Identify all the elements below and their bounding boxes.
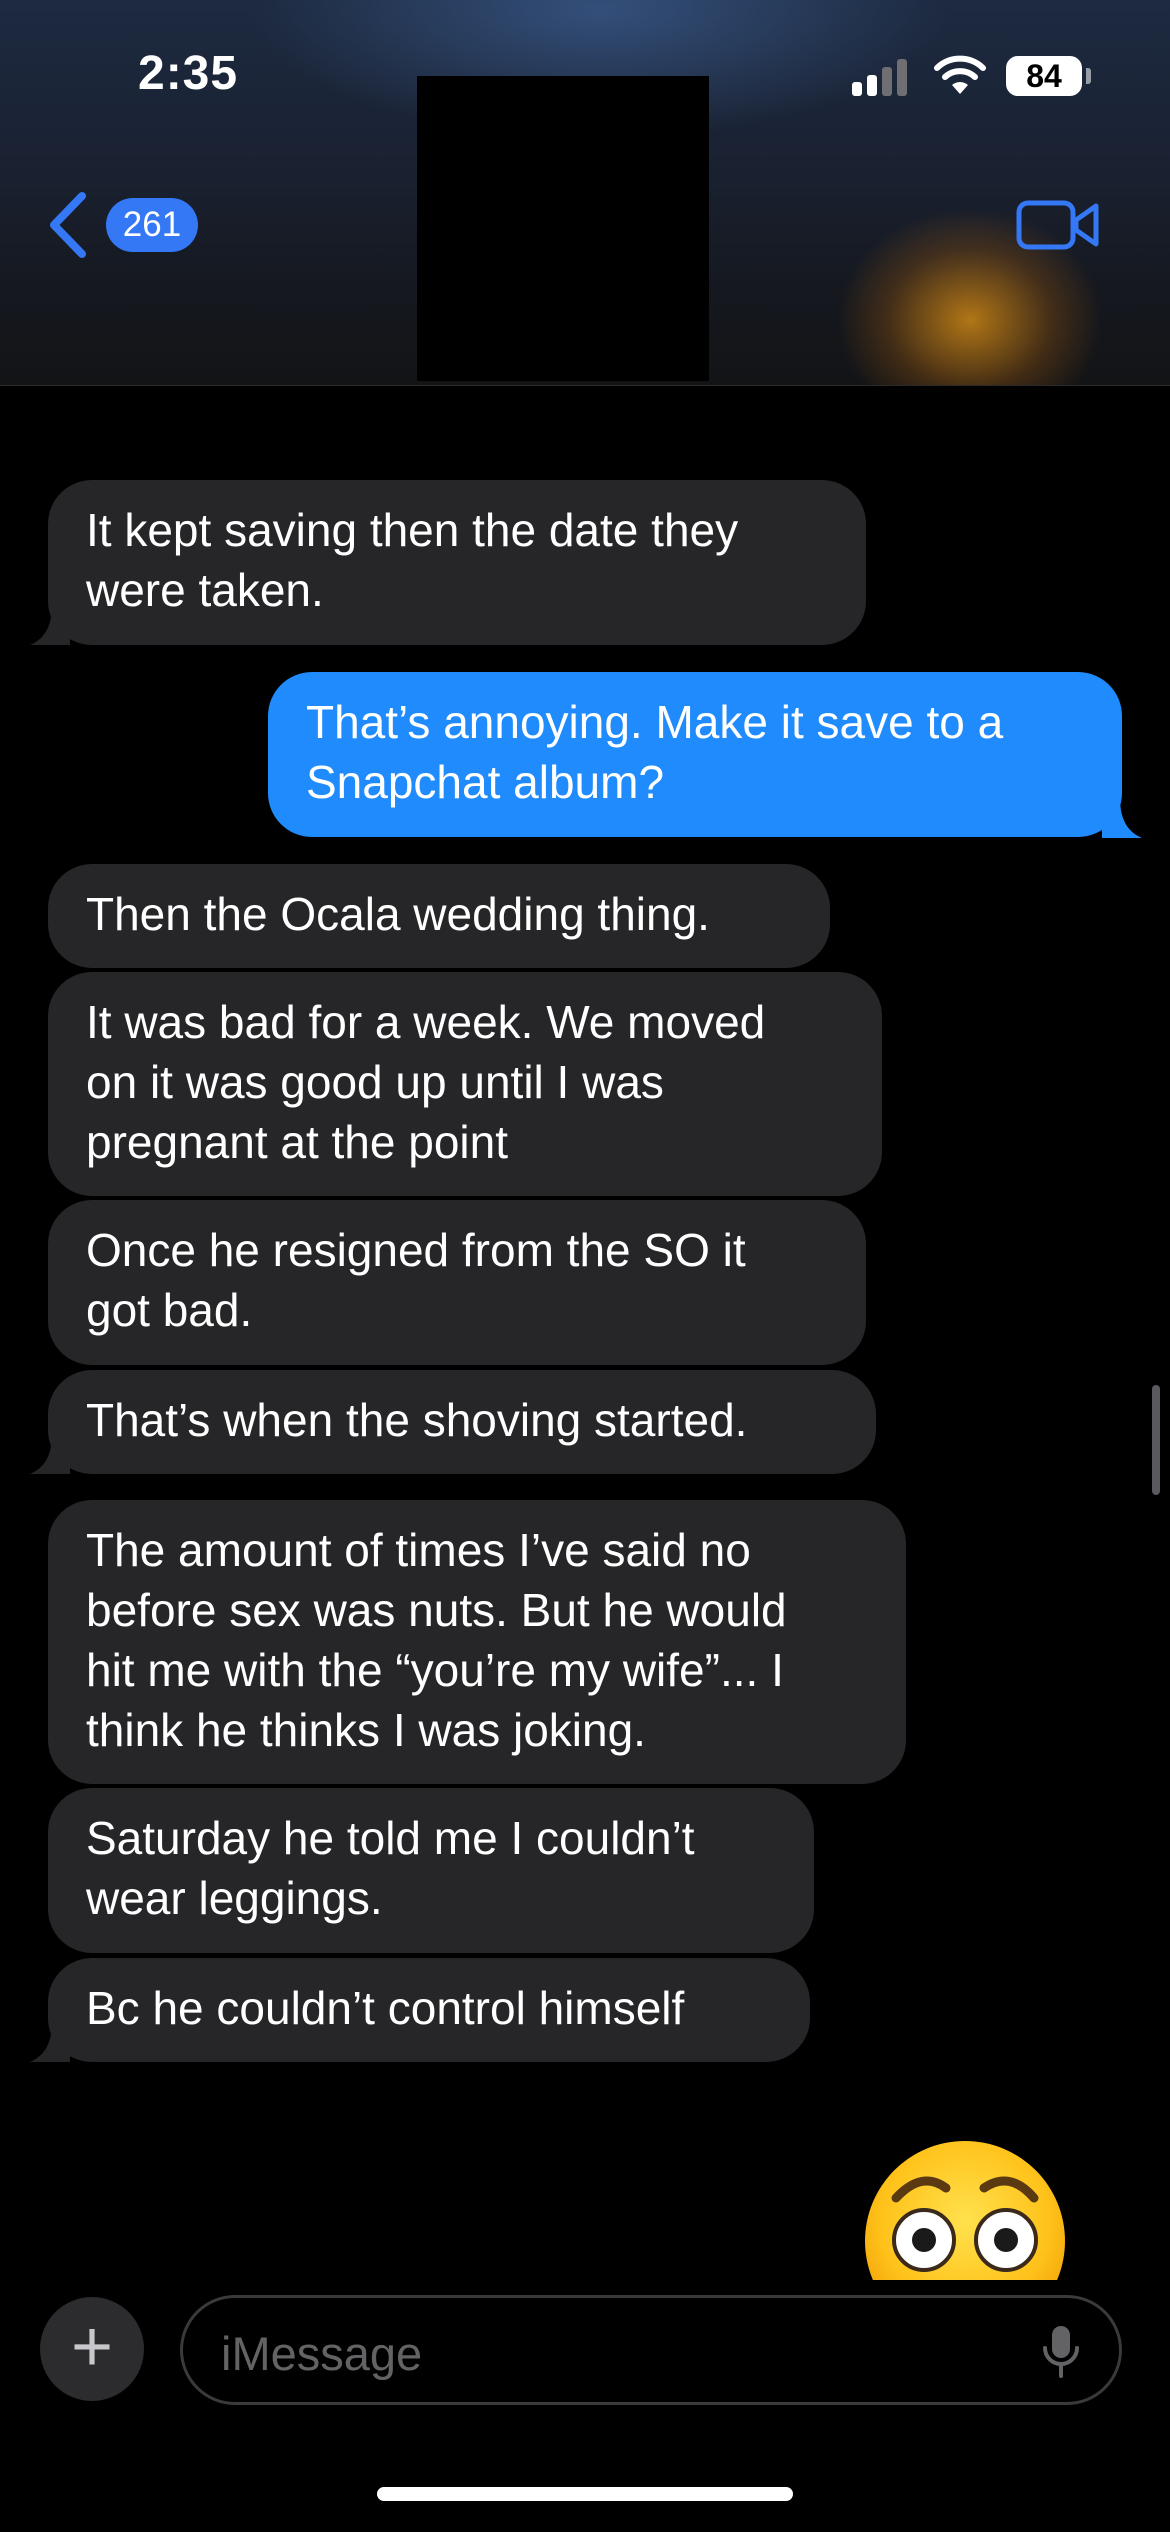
battery-indicator: 84 bbox=[1006, 56, 1082, 96]
scroll-indicator[interactable] bbox=[1152, 1385, 1160, 1495]
message-bubble-incoming[interactable]: Then the Ocala wedding thing. bbox=[48, 864, 830, 968]
message-bubble-outgoing[interactable]: That’s annoying. Make it save to a Snapc… bbox=[268, 672, 1122, 837]
chevron-left-icon[interactable] bbox=[44, 190, 90, 260]
imessage-input[interactable]: iMessage bbox=[180, 2295, 1122, 2405]
cellular-signal-icon bbox=[852, 58, 912, 96]
contact-avatar-redacted[interactable] bbox=[417, 76, 709, 381]
wifi-icon bbox=[934, 55, 986, 94]
unread-count-badge[interactable]: 261 bbox=[106, 198, 198, 252]
message-bubble-incoming[interactable]: Once he resigned from the SO it got bad. bbox=[48, 1200, 866, 1365]
home-indicator[interactable] bbox=[377, 2487, 793, 2501]
microphone-icon[interactable] bbox=[1041, 2324, 1081, 2380]
flushed-face-icon[interactable] bbox=[864, 2140, 1066, 2280]
message-bubble-incoming[interactable]: Saturday he told me I couldn’t wear legg… bbox=[48, 1788, 814, 1953]
conversation-header: 2:35 84 261 bbox=[0, 0, 1170, 386]
add-attachment-button[interactable]: + bbox=[40, 2297, 144, 2401]
bubble-tail bbox=[1102, 798, 1142, 838]
message-bubble-incoming[interactable]: It was bad for a week. We moved on it wa… bbox=[48, 972, 882, 1196]
status-time: 2:35 bbox=[138, 47, 239, 100]
bubble-tail bbox=[30, 605, 70, 645]
message-bubble-incoming[interactable]: That’s when the shoving started. bbox=[48, 1370, 876, 1474]
video-call-icon[interactable] bbox=[1016, 198, 1100, 252]
input-placeholder: iMessage bbox=[221, 2327, 423, 2380]
message-bubble-incoming[interactable]: Bc he couldn’t control himself bbox=[48, 1958, 810, 2062]
battery-cap bbox=[1086, 68, 1091, 84]
bubble-tail bbox=[30, 1434, 70, 1474]
message-bubble-incoming[interactable]: It kept saving then the date they were t… bbox=[48, 480, 866, 645]
bubble-tail bbox=[30, 2022, 70, 2062]
message-bubble-incoming[interactable]: The amount of times I’ve said no before … bbox=[48, 1500, 906, 1784]
